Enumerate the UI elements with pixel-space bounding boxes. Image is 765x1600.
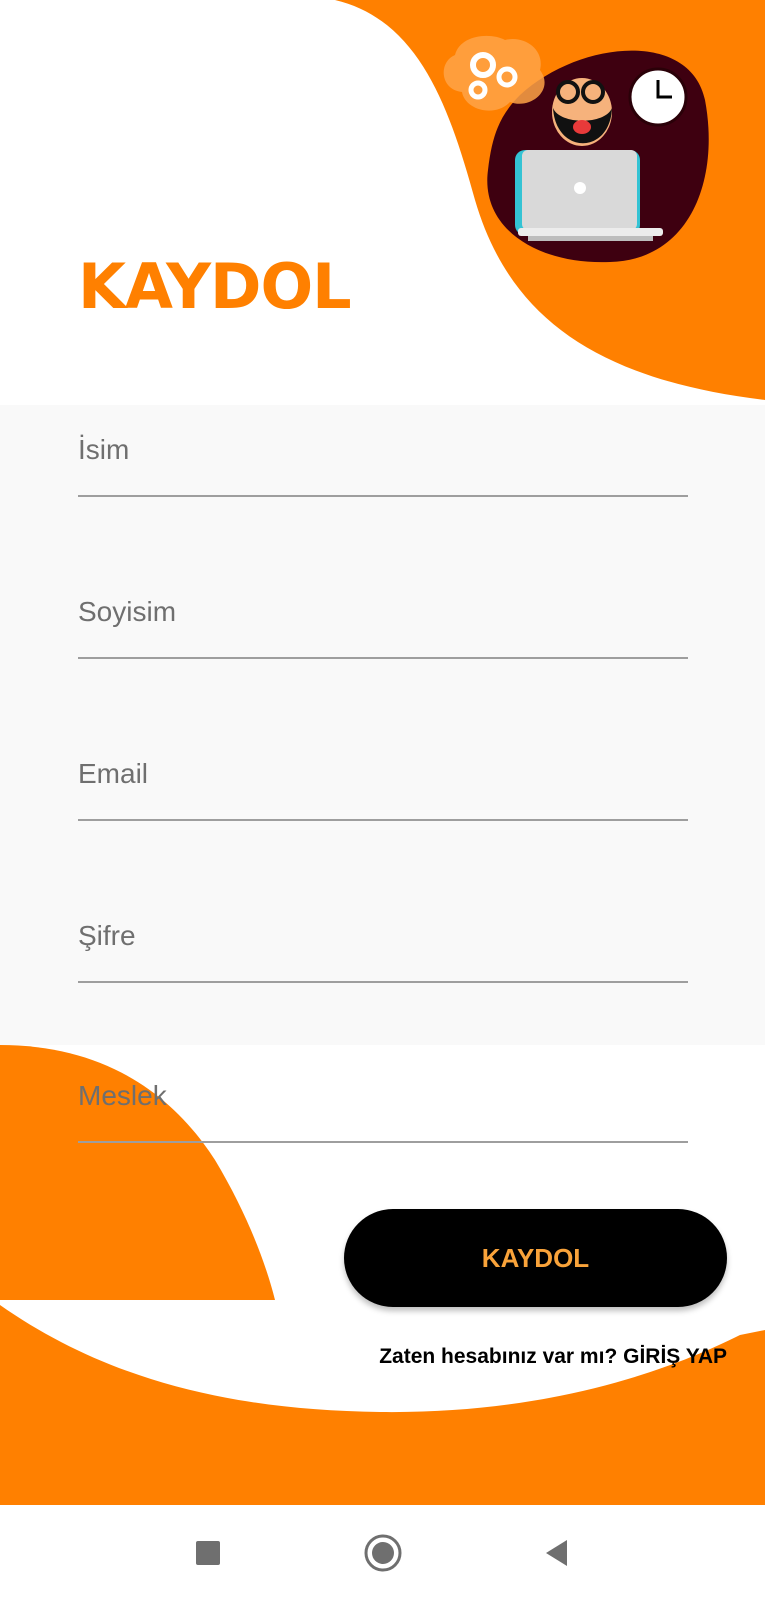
password-input[interactable] bbox=[78, 891, 688, 983]
signin-link[interactable]: GİRİŞ YAP bbox=[623, 1345, 727, 1368]
name-field[interactable] bbox=[78, 405, 688, 499]
email-input[interactable] bbox=[78, 729, 688, 821]
register-button[interactable]: KAYDOL bbox=[344, 1209, 727, 1307]
profession-field[interactable] bbox=[78, 1051, 688, 1145]
profession-input[interactable] bbox=[78, 1051, 688, 1143]
password-field[interactable] bbox=[78, 891, 688, 985]
system-navigation-bar bbox=[0, 1505, 765, 1600]
email-field[interactable] bbox=[78, 729, 688, 823]
signin-question: Zaten hesabınız var mı? bbox=[379, 1345, 624, 1368]
surname-input[interactable] bbox=[78, 567, 688, 659]
square-icon[interactable] bbox=[186, 1531, 230, 1575]
name-input[interactable] bbox=[78, 405, 688, 497]
bottom-orange-wave bbox=[0, 1305, 765, 1505]
signin-prompt: Zaten hesabınız var mı? GİRİŞ YAP bbox=[379, 1345, 727, 1369]
back-triangle-icon[interactable] bbox=[535, 1531, 579, 1575]
circle-home-icon[interactable] bbox=[361, 1531, 405, 1575]
surname-field[interactable] bbox=[78, 567, 688, 661]
